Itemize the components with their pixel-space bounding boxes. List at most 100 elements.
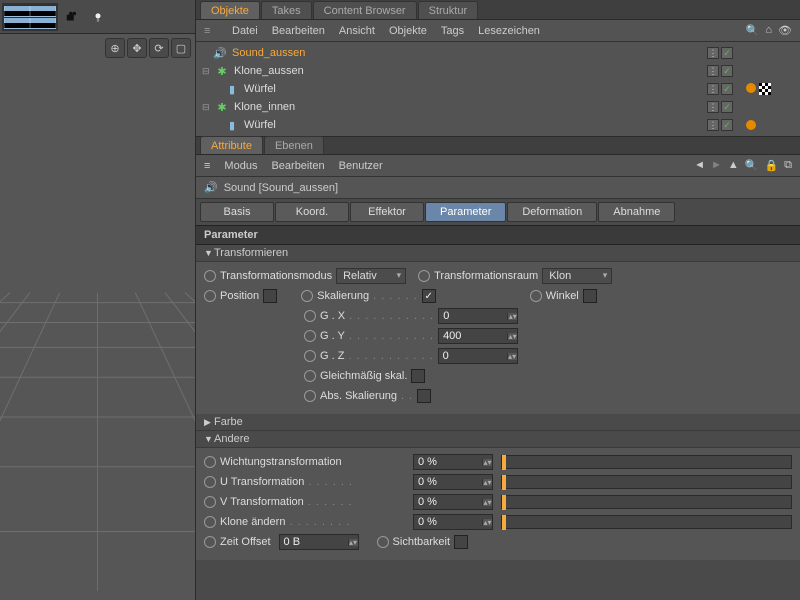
search-icon[interactable]: 🔍: [745, 159, 759, 172]
mtab-effektor[interactable]: Effektor: [350, 202, 424, 222]
menu-lesezeichen[interactable]: Lesezeichen: [478, 25, 540, 37]
light-icon[interactable]: [86, 5, 110, 29]
menu-icon[interactable]: ≡: [204, 25, 218, 37]
checkbox-abs-skalierung[interactable]: [417, 389, 431, 403]
home-icon[interactable]: ⌂: [765, 24, 772, 37]
lock-icon[interactable]: 🔒: [764, 159, 778, 172]
expand-toggle[interactable]: ⊟: [202, 66, 214, 77]
params-transformieren: Transformationsmodus Relativ Transformat…: [196, 262, 800, 414]
dropdown-transformationsmodus[interactable]: Relativ: [336, 268, 406, 284]
expand-toggle[interactable]: ⊟: [202, 102, 214, 113]
visibility-toggle[interactable]: ⋮: [707, 47, 719, 59]
checkbox-winkel[interactable]: [583, 289, 597, 303]
menu-objekte[interactable]: Objekte: [389, 25, 427, 37]
field-wichtung[interactable]: 0 %▴▾: [413, 454, 493, 470]
tree-row-klone-aussen[interactable]: ⊟ ✱ Klone_aussen ⋮✓: [196, 62, 800, 80]
menu-bearbeiten[interactable]: Bearbeiten: [271, 160, 324, 172]
menu-ansicht[interactable]: Ansicht: [339, 25, 375, 37]
label-gz: G . Z: [320, 350, 344, 362]
label-winkel: Winkel: [546, 290, 579, 302]
sound-effector-icon: 🔊: [212, 47, 228, 60]
nav-back-icon[interactable]: ◄: [694, 159, 705, 172]
checkbox-skalierung[interactable]: ✓: [422, 289, 436, 303]
label-gleichmaessig: Gleichmäßig skal.: [320, 370, 407, 382]
menu-datei[interactable]: Datei: [232, 25, 258, 37]
tree-row-sound-aussen[interactable]: 🔊 Sound_aussen ⋮✓: [196, 44, 800, 62]
label-skalierung: Skalierung: [317, 290, 369, 302]
tree-row-wuerfel-2[interactable]: ▮ Würfel ⋮✓: [196, 116, 800, 134]
search-icon[interactable]: 🔍: [746, 24, 760, 37]
cloner-icon: ✱: [214, 65, 230, 78]
checkbox-sichtbarkeit[interactable]: [454, 535, 468, 549]
new-window-icon[interactable]: ⧉: [784, 159, 792, 172]
field-klone-aendern[interactable]: 0 %▴▾: [413, 514, 493, 530]
slider-klone-aendern[interactable]: [501, 515, 792, 529]
group-andere[interactable]: ▼Andere: [196, 431, 800, 448]
mtab-koord[interactable]: Koord.: [275, 202, 349, 222]
menu-tags[interactable]: Tags: [441, 25, 464, 37]
object-title: Sound [Sound_aussen]: [224, 182, 338, 194]
cloner-icon: ✱: [214, 101, 230, 114]
attribute-object-header: 🔊 Sound [Sound_aussen]: [196, 177, 800, 199]
viewport-layout-thumb[interactable]: [2, 3, 58, 31]
cube-icon: ▮: [224, 83, 240, 96]
mtab-parameter[interactable]: Parameter: [425, 202, 506, 222]
field-gx[interactable]: 0▴▾: [438, 308, 518, 324]
menu-modus[interactable]: Modus: [224, 160, 257, 172]
tree-row-klone-innen[interactable]: ⊟ ✱ Klone_innen ⋮✓: [196, 98, 800, 116]
dropdown-transformationsraum[interactable]: Klon: [542, 268, 612, 284]
object-manager-menubar: ≡ Datei Bearbeiten Ansicht Objekte Tags …: [196, 20, 800, 42]
checkbox-gleichmaessig[interactable]: [411, 369, 425, 383]
camera-icon[interactable]: [60, 5, 84, 29]
slider-wichtung[interactable]: [501, 455, 792, 469]
eye-icon[interactable]: 👁: [778, 24, 792, 37]
nav-fwd-icon[interactable]: ►: [711, 159, 722, 172]
cube-icon: ▮: [224, 119, 240, 132]
tab-struktur[interactable]: Struktur: [418, 1, 479, 19]
label-u-trans: U Transformation: [220, 476, 304, 488]
render-toggle[interactable]: ✓: [721, 47, 733, 59]
slider-v-trans[interactable]: [501, 495, 792, 509]
menu-bearbeiten[interactable]: Bearbeiten: [272, 25, 325, 37]
attribute-manager-tabs: Attribute Ebenen: [196, 137, 800, 155]
field-gy[interactable]: 400▴▾: [438, 328, 518, 344]
tree-row-wuerfel-1[interactable]: ▮ Würfel ⋮✓: [196, 80, 800, 98]
tag-icon[interactable]: [746, 83, 756, 93]
label-klone-aendern: Klone ändern: [220, 516, 285, 528]
field-gz[interactable]: 0▴▾: [438, 348, 518, 364]
label-v-trans: V Transformation: [220, 496, 304, 508]
viewport-3d[interactable]: ⊕ ✥ ⟳ ▢: [0, 34, 195, 600]
tab-content-browser[interactable]: Content Browser: [313, 1, 417, 19]
checkbox-position[interactable]: [263, 289, 277, 303]
texture-tag-icon[interactable]: [759, 83, 771, 95]
section-parameter: Parameter: [196, 225, 800, 245]
tab-objekte[interactable]: Objekte: [200, 1, 260, 19]
label-gx: G . X: [320, 310, 345, 322]
mtab-abnahme[interactable]: Abnahme: [598, 202, 675, 222]
viewport-toolbar: [0, 0, 195, 34]
label-sichtbarkeit: Sichtbarkeit: [393, 536, 450, 548]
tab-ebenen[interactable]: Ebenen: [264, 136, 324, 154]
tab-attribute[interactable]: Attribute: [200, 136, 263, 154]
nav-up-icon[interactable]: ▲: [728, 159, 739, 172]
tag-icon[interactable]: [746, 120, 756, 130]
tab-takes[interactable]: Takes: [261, 1, 312, 19]
menu-benutzer[interactable]: Benutzer: [339, 160, 383, 172]
mtab-basis[interactable]: Basis: [200, 202, 274, 222]
object-tree: 🔊 Sound_aussen ⋮✓ ⊟ ✱ Klone_aussen ⋮✓ ▮ …: [196, 42, 800, 137]
group-farbe[interactable]: ▶Farbe: [196, 414, 800, 431]
label-zeit-offset: Zeit Offset: [220, 536, 271, 548]
viewport-panel: ⊕ ✥ ⟳ ▢: [0, 0, 196, 600]
field-zeit-offset[interactable]: 0 B▴▾: [279, 534, 359, 550]
slider-u-trans[interactable]: [501, 475, 792, 489]
field-u-trans[interactable]: 0 %▴▾: [413, 474, 493, 490]
label-position: Position: [220, 290, 259, 302]
mtab-deformation[interactable]: Deformation: [507, 202, 597, 222]
group-transformieren[interactable]: ▼Transformieren: [196, 245, 800, 262]
menu-icon[interactable]: ≡: [204, 160, 210, 172]
attribute-mode-tabs: Basis Koord. Effektor Parameter Deformat…: [196, 199, 800, 225]
params-andere: Wichtungstransformation 0 %▴▾ U Transfor…: [196, 448, 800, 560]
field-v-trans[interactable]: 0 %▴▾: [413, 494, 493, 510]
attribute-menubar: ≡ Modus Bearbeiten Benutzer ◄ ► ▲ 🔍 🔒 ⧉: [196, 155, 800, 177]
sound-effector-icon: 🔊: [204, 181, 218, 194]
